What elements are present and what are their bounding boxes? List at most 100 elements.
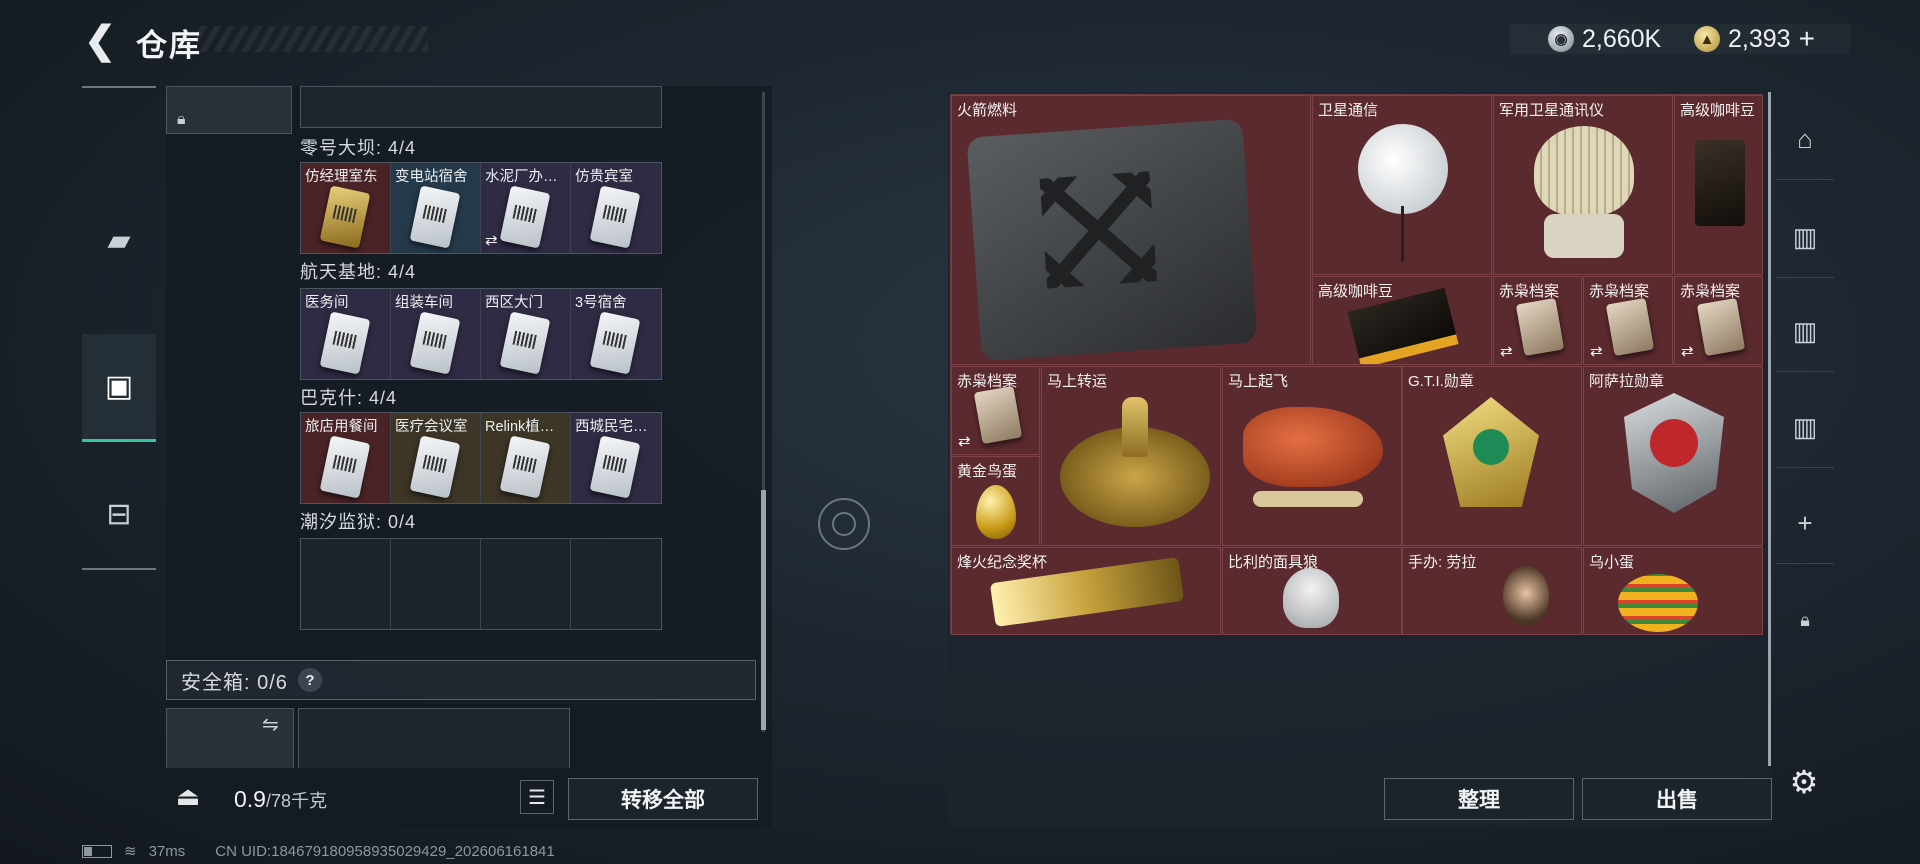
battery-icon — [82, 844, 112, 858]
decorated-egg-icon — [1618, 574, 1698, 632]
key-grid-row: 旅店用餐间 医疗会议室 Relink植… 西城民宅… — [300, 412, 662, 504]
horse-base — [1253, 491, 1363, 507]
key-card-cell[interactable]: 旅店用餐间 — [301, 413, 391, 503]
stash-item-takeoff[interactable]: 马上起飞 — [1222, 366, 1402, 546]
key-card-cell[interactable]: 仿贵宾室 — [571, 163, 661, 253]
key-card-cell[interactable]: 组装车间 — [391, 289, 481, 379]
empty-slot[interactable] — [481, 539, 571, 629]
stash-item-archive[interactable]: 赤枭档案 ⇄ — [1583, 276, 1673, 365]
keycard-icon — [319, 185, 371, 249]
stash-item-trophy[interactable]: 烽火纪念奖杯 — [951, 547, 1221, 635]
key-card-cell[interactable]: 医疗会议室 — [391, 413, 481, 503]
organize-button[interactable]: 整理 — [1384, 778, 1574, 820]
status-bar: ≋ 37ms CN UID:18467918095893502942​9_202… — [82, 842, 555, 860]
billy-puppet-icon — [1283, 568, 1339, 628]
key-card-cell[interactable]: 变电站宿舍 — [391, 163, 481, 253]
swap-icon: ⇄ — [1681, 343, 1694, 360]
stash-item-asala-medal[interactable]: 阿萨拉勋章 — [1583, 366, 1763, 546]
key-grid-row: 医务间 组装车间 西区大门 3号宿舍 — [300, 288, 662, 380]
stash-item-archive[interactable]: 赤枭档案 ⇄ — [1674, 276, 1763, 365]
stash-item-coffee-2[interactable]: 高级咖啡豆 — [1312, 276, 1492, 365]
key-card-cell[interactable]: 仿经理室东 — [301, 163, 391, 253]
stash-scrollbar[interactable] — [1768, 92, 1771, 766]
keycard-icon — [319, 435, 371, 499]
keycard-icon — [499, 311, 551, 375]
empty-slot[interactable] — [301, 539, 391, 629]
stash-item-military-satcom[interactable]: 军用卫星通讯仪 — [1493, 95, 1673, 275]
keycard-icon — [499, 435, 551, 499]
empty-slot[interactable] — [391, 539, 481, 629]
category-rail: ▰ ⛨ ▣ ⊟ — [82, 86, 156, 570]
stash-grid: 火箭燃料 卫星通信 军用卫星通讯仪 高级咖啡豆 高级咖啡豆 赤枭档案 ⇄ 赤枭档… — [950, 94, 1763, 635]
archive-card-icon — [1696, 297, 1746, 357]
briefcase-icon[interactable]: ⊟ — [82, 460, 156, 568]
back-arrow-icon[interactable]: ❮ — [80, 20, 120, 62]
golden-egg-icon — [976, 485, 1016, 539]
keycard-icon — [409, 311, 461, 375]
stash-item-satcom[interactable]: 卫星通信 — [1312, 95, 1492, 275]
key-card-cell[interactable]: Relink植… — [481, 413, 571, 503]
add-page-icon[interactable]: + — [1776, 484, 1834, 564]
gun-icon[interactable]: ▰ — [82, 186, 156, 294]
archive-card-icon — [1515, 297, 1565, 357]
section-label: 潮汐监狱: 0/4 — [300, 512, 417, 532]
stash-item-golden-egg[interactable]: 黄金鸟蛋 — [951, 456, 1040, 546]
container-scroll-thumb[interactable] — [761, 490, 766, 730]
title-decoration — [196, 26, 428, 52]
fuel-can-icon — [966, 118, 1258, 362]
swap-arrows-icon[interactable]: ⇋ — [262, 712, 279, 737]
dish-base — [1544, 214, 1624, 258]
uid-text: CN UID:18467918095893502942​9_2026061618… — [215, 842, 555, 860]
key-card-cell[interactable]: 水泥厂办… ⇄ — [481, 163, 571, 253]
stash-item-rocket-fuel[interactable]: 火箭燃料 — [951, 95, 1311, 365]
stash-item-gti-medal[interactable]: G.T.I.勋章 — [1402, 366, 1582, 546]
safe-box-header: 安全箱: 0/6 ? — [166, 660, 756, 700]
sell-button[interactable]: 出售 — [1582, 778, 1772, 820]
backpack-icon[interactable]: ▣ — [82, 334, 156, 442]
key-card-cell[interactable]: 西区大门 — [481, 289, 571, 379]
horse-figure — [1122, 397, 1148, 457]
keycard-icon — [589, 185, 641, 249]
keycard-icon — [409, 435, 461, 499]
safe-box-label: 安全箱: 0/6 — [181, 671, 288, 694]
keycard-icon — [499, 185, 551, 249]
military-dish-icon — [1534, 126, 1634, 216]
stash-item-lara-figure[interactable]: 手办: 劳拉 — [1402, 547, 1582, 635]
key-card-cell[interactable]: 3号宿舍 — [571, 289, 661, 379]
list-view-icon[interactable]: ☰ — [520, 780, 554, 814]
coffee-bag-icon — [1695, 140, 1745, 226]
stash-item-coffee[interactable]: 高级咖啡豆 — [1674, 95, 1763, 275]
empty-slot[interactable] — [571, 539, 661, 629]
key-card-cell[interactable]: 西城民宅… — [571, 413, 661, 503]
stash-all-icon[interactable]: ⌂ — [1776, 100, 1834, 180]
stash-item-archive[interactable]: 赤枭档案 ⇄ — [1493, 276, 1582, 365]
keycard-icon — [589, 435, 641, 499]
keycard-icon — [409, 185, 461, 249]
stash-page-1-icon[interactable]: ▥ — [1776, 198, 1834, 278]
gold-currency[interactable]: ▲ 2,393 + — [1694, 22, 1815, 56]
help-icon[interactable]: ? — [297, 668, 322, 692]
stash-item-billy-mask[interactable]: 比利的面具狼 — [1222, 547, 1402, 635]
locked-slot: 🔒︎ — [166, 86, 292, 134]
safe-box-slot[interactable] — [298, 708, 570, 772]
transfer-all-button[interactable]: 转移全部 — [568, 778, 758, 820]
add-gold-button[interactable]: + — [1799, 23, 1815, 55]
medal-center — [1473, 429, 1509, 465]
lock-icon: 🔒︎ — [177, 111, 186, 128]
medal-center — [1650, 419, 1698, 467]
settings-gear-icon[interactable]: ⚙ — [1784, 762, 1824, 802]
gold-coin-icon: ▲ — [1694, 26, 1720, 52]
wifi-icon: ≋ — [124, 843, 137, 860]
stash-item-bird-egg[interactable]: 乌小蛋 — [1583, 547, 1763, 635]
dish-stand — [1401, 206, 1404, 262]
key-card-cell[interactable]: 医务间 — [301, 289, 391, 379]
stash-item-archive[interactable]: 赤枭档案 ⇄ — [951, 366, 1040, 455]
container-row-top — [300, 86, 662, 128]
stash-page-2-icon[interactable]: ▥ — [1776, 292, 1834, 372]
stash-page-3-icon[interactable]: ▥ — [1776, 388, 1834, 468]
swap-icon: ⇄ — [1500, 343, 1513, 360]
stash-item-fortune[interactable]: 马上转运 — [1041, 366, 1221, 546]
locked-page-icon: 🔒︎ — [1800, 609, 1810, 630]
keycard-icon — [319, 311, 371, 375]
key-grid-row: 仿经理室东 变电站宿舍 水泥厂办… ⇄ 仿贵宾室 — [300, 162, 662, 254]
